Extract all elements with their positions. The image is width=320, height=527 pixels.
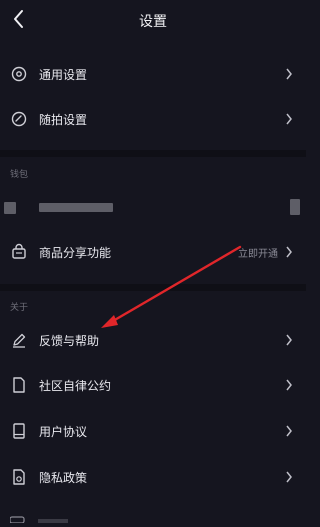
chevron-right-icon xyxy=(286,425,292,437)
chevron-right-icon xyxy=(286,471,292,483)
settings-row-general[interactable]: 通用设置 xyxy=(0,52,306,96)
chevron-right-icon xyxy=(286,68,292,80)
settings-row-label: 用户协议 xyxy=(39,425,88,439)
settings-row-label: 通用设置 xyxy=(39,68,88,82)
redacted-chevron xyxy=(290,199,300,215)
settings-row-privacy-policy[interactable]: 隐私政策 xyxy=(0,455,306,499)
page-title: 设置 xyxy=(139,14,167,30)
chevron-right-icon xyxy=(286,246,292,258)
settings-row-product-share[interactable]: 商品分享功能 立即开通 xyxy=(0,230,306,274)
book-icon xyxy=(13,423,25,439)
section-divider xyxy=(0,284,306,291)
pencil-icon xyxy=(13,333,26,348)
settings-gear-icon xyxy=(11,66,27,82)
camera-circle-icon xyxy=(11,111,27,127)
section-label-wallet: 钱包 xyxy=(10,170,29,180)
chevron-right-icon xyxy=(286,334,292,346)
wallet-redacted-row[interactable] xyxy=(0,186,306,230)
next-row-peek xyxy=(9,508,70,524)
top-bar: 设置 xyxy=(0,0,306,40)
settings-row-user-agreement[interactable]: 用户协议 xyxy=(0,409,306,453)
redacted-text xyxy=(39,203,113,212)
settings-row-label: 商品分享功能 xyxy=(39,246,112,260)
redacted-icon xyxy=(4,202,16,214)
settings-row-snapshot[interactable]: 随拍设置 xyxy=(0,97,306,141)
settings-row-feedback[interactable]: 反馈与帮助 xyxy=(0,318,306,362)
settings-row-label: 社区自律公约 xyxy=(39,379,112,393)
settings-row-label: 随拍设置 xyxy=(39,113,88,127)
section-divider xyxy=(0,150,306,157)
settings-row-label: 反馈与帮助 xyxy=(39,334,100,348)
chevron-right-icon xyxy=(286,379,292,391)
section-label-about: 关于 xyxy=(10,303,29,313)
shop-bag-icon xyxy=(12,243,26,259)
activate-now-link[interactable]: 立即开通 xyxy=(238,245,278,260)
settings-row-label: 隐私政策 xyxy=(39,471,88,485)
privacy-doc-icon xyxy=(13,469,25,485)
document-icon xyxy=(13,377,25,393)
settings-row-community-rules[interactable]: 社区自律公约 xyxy=(0,363,306,407)
cut-off-row-icon xyxy=(9,516,68,524)
chevron-right-icon xyxy=(286,113,292,125)
